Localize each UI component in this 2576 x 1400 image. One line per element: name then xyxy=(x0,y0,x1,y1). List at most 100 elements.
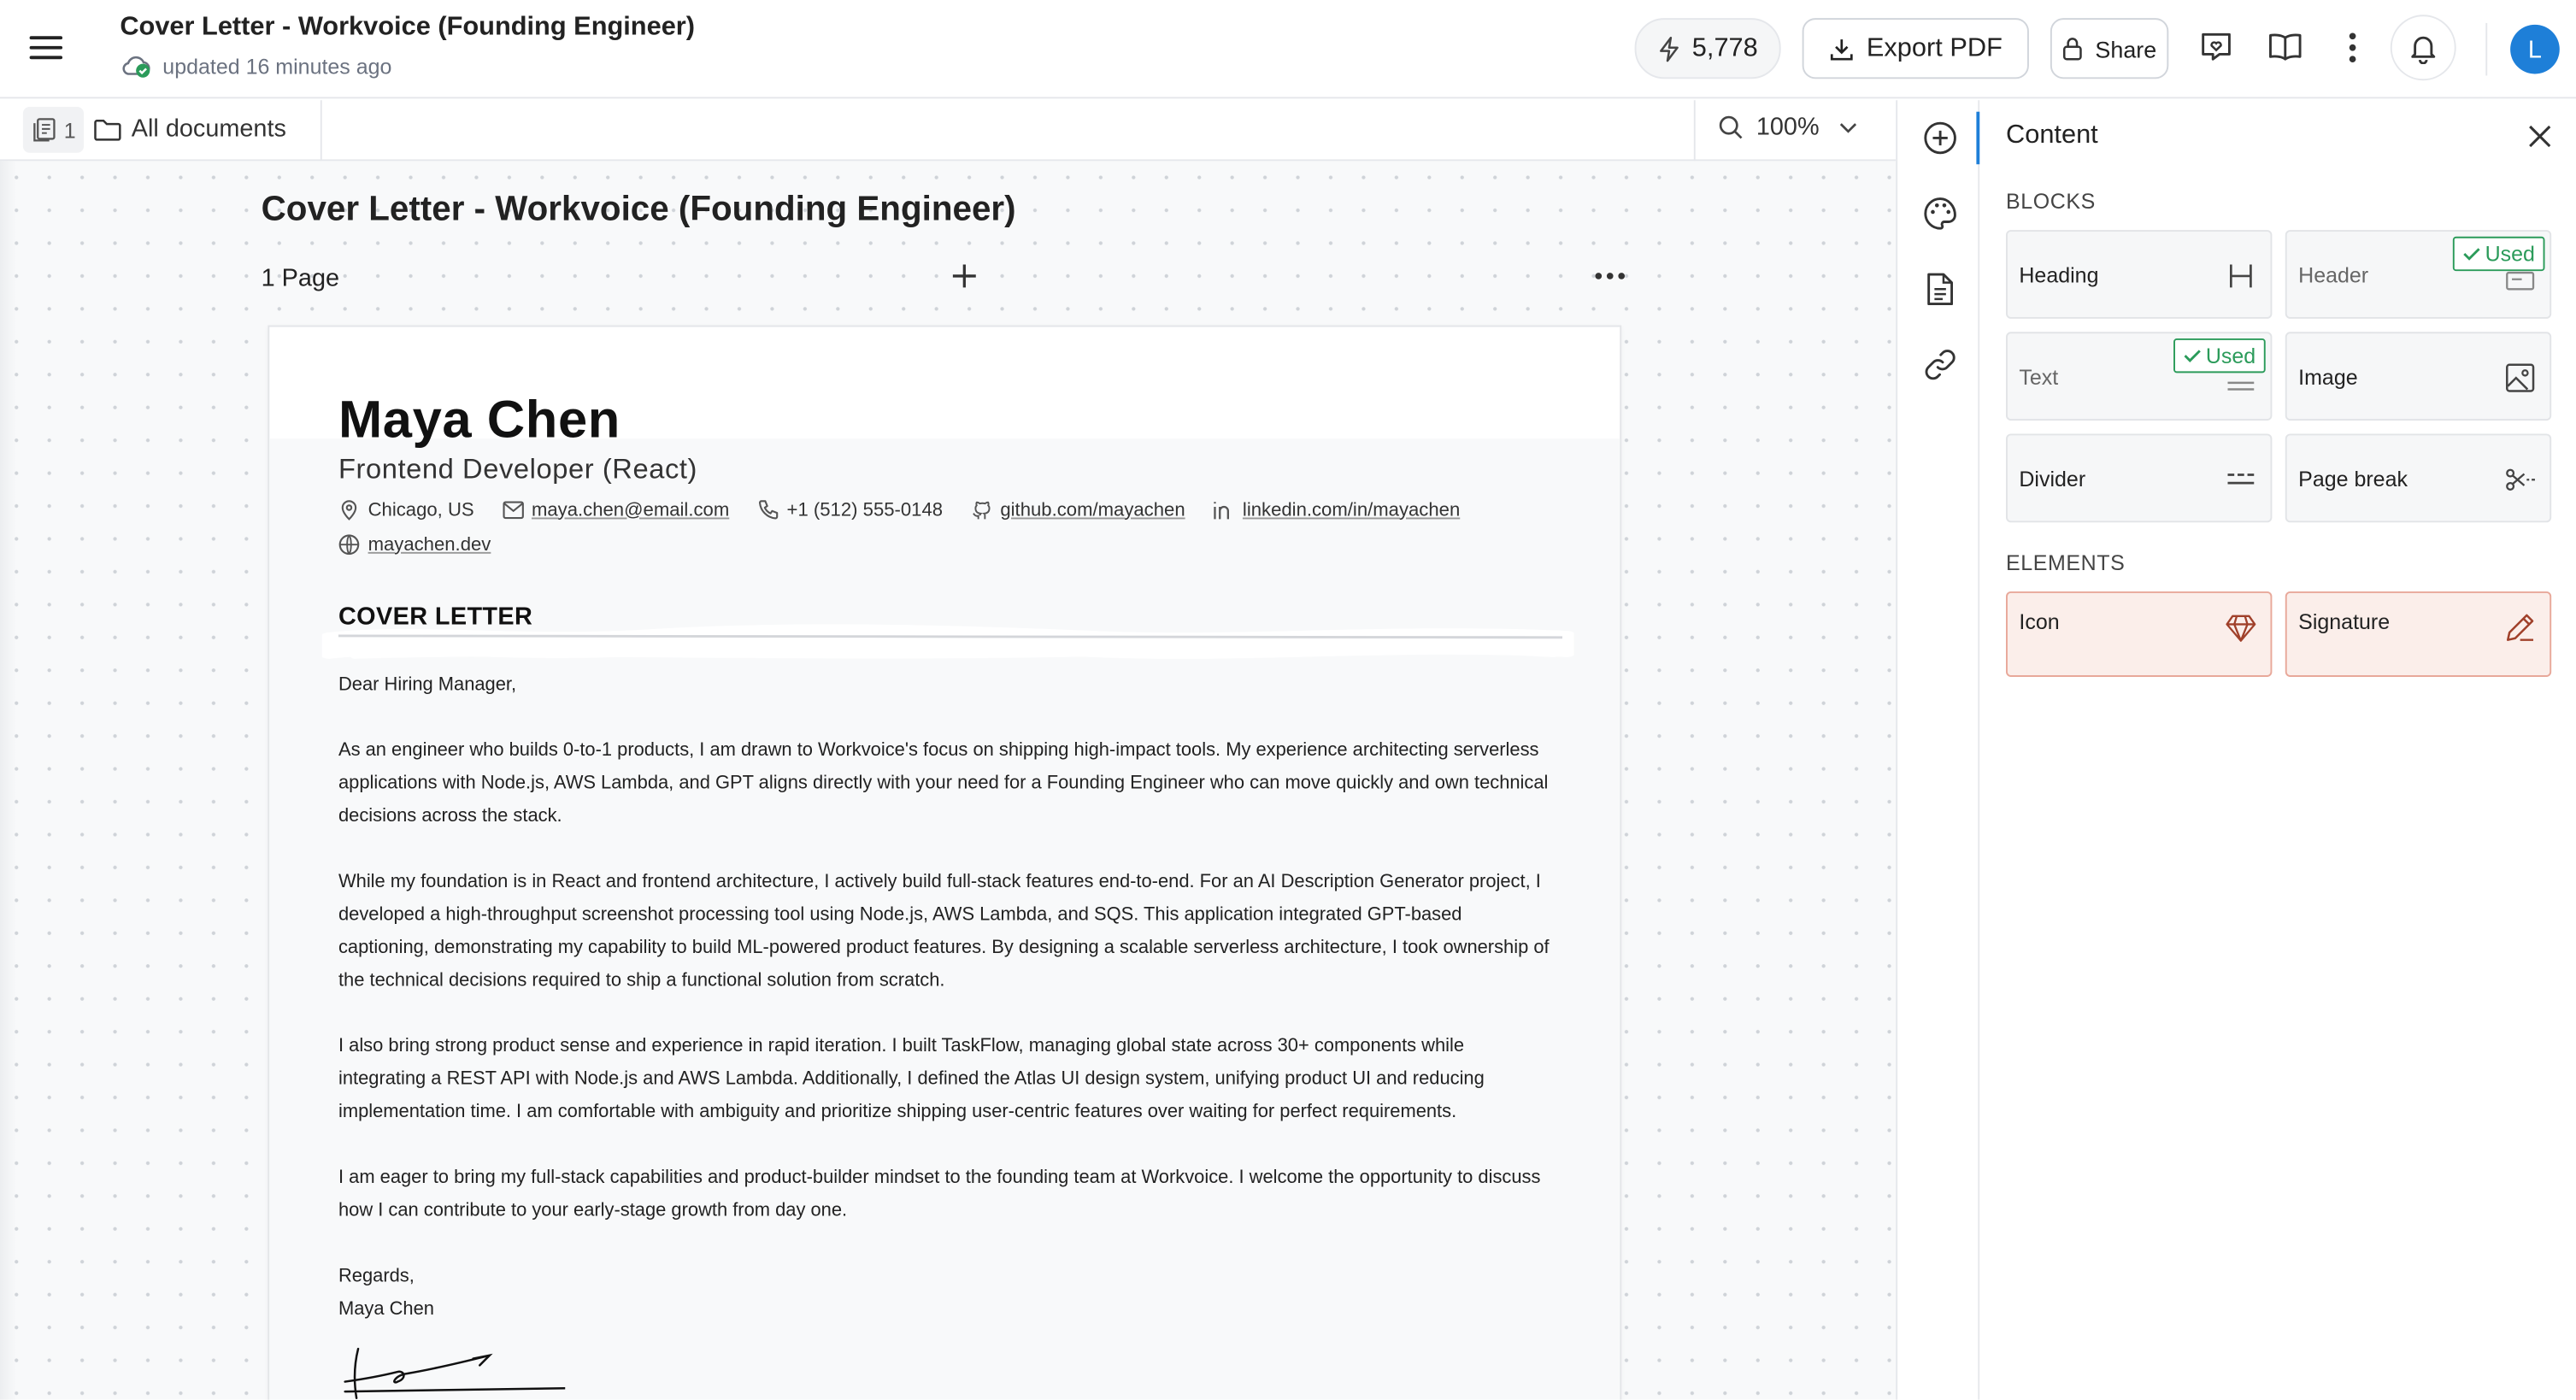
block-label: Divider xyxy=(2019,466,2086,491)
add-page-icon[interactable] xyxy=(948,260,980,292)
image-icon xyxy=(2506,363,2535,392)
feedback-icon[interactable] xyxy=(2197,28,2236,68)
document-title[interactable]: Cover Letter - Workvoice (Founding Engin… xyxy=(120,13,695,43)
resume-role[interactable]: Frontend Developer (React) xyxy=(338,454,697,486)
top-bar: Cover Letter - Workvoice (Founding Engin… xyxy=(0,0,2576,99)
contact-email[interactable]: maya.chen@email.com xyxy=(502,497,729,522)
element-label: Icon xyxy=(2019,609,2060,634)
pages-icon xyxy=(32,118,56,142)
zoom-level: 100% xyxy=(1756,113,1820,142)
all-documents-link[interactable]: All documents xyxy=(94,115,286,144)
github-icon xyxy=(972,501,991,520)
bell-icon xyxy=(2411,36,2436,64)
block-image[interactable]: Image xyxy=(2285,332,2552,421)
credits-count: 5,778 xyxy=(1691,33,1758,62)
linkedin-icon xyxy=(1214,502,1230,520)
contact-website-text: mayachen.dev xyxy=(368,534,491,555)
book-icon[interactable] xyxy=(2266,28,2305,68)
notifications-button[interactable] xyxy=(2390,15,2456,81)
all-documents-label: All documents xyxy=(131,115,286,144)
canvas-left-shadow xyxy=(0,161,17,1400)
toolbar-divider xyxy=(2485,22,2488,76)
used-badge: Used xyxy=(2173,338,2266,374)
search-icon xyxy=(1719,115,1743,139)
more-vertical-icon[interactable] xyxy=(2333,28,2373,68)
subbar-divider xyxy=(320,100,322,162)
diamond-icon xyxy=(2226,615,2256,642)
document-page[interactable]: Maya Chen Frontend Developer (React) Chi… xyxy=(268,325,1622,1400)
resume-name[interactable]: Maya Chen xyxy=(338,390,620,450)
page-count-label: 1 Page xyxy=(261,264,340,293)
check-icon xyxy=(2183,350,2201,362)
contact-phone: +1 (512) 555-0148 xyxy=(757,497,943,522)
export-pdf-button[interactable]: Export PDF xyxy=(1802,18,2029,79)
contact-list: Chicago, US maya.chen@email.com +1 (512)… xyxy=(338,497,1587,556)
letter-signoff-name: Maya Chen xyxy=(338,1299,434,1320)
add-content-icon[interactable] xyxy=(1920,118,1960,157)
letter-paragraph: I also bring strong product sense and ex… xyxy=(338,1036,1485,1122)
avatar[interactable]: L xyxy=(2510,24,2560,74)
block-heading[interactable]: Heading xyxy=(2006,230,2273,319)
block-label: Page break xyxy=(2298,466,2408,491)
block-divider[interactable]: Divider xyxy=(2006,433,2273,523)
contact-linkedin-text: linkedin.com/in/mayachen xyxy=(1242,500,1461,521)
lightning-icon xyxy=(1660,36,1679,62)
export-pdf-label: Export PDF xyxy=(1866,33,2003,62)
save-status-text: updated 16 minutes ago xyxy=(162,53,392,79)
contact-linkedin[interactable]: linkedin.com/in/mayachen xyxy=(1213,497,1460,522)
menu-icon[interactable] xyxy=(29,32,63,62)
share-label: Share xyxy=(2095,35,2157,62)
side-rail xyxy=(1896,100,1982,1400)
cloud-check-icon xyxy=(122,56,150,78)
share-button[interactable]: Share xyxy=(2050,18,2169,79)
document-icon[interactable] xyxy=(1920,269,1960,309)
contact-location-text: Chicago, US xyxy=(368,500,474,521)
section-underline-brush xyxy=(321,624,1574,659)
credits-button[interactable]: 5,778 xyxy=(1634,18,1781,79)
contact-website[interactable]: mayachen.dev xyxy=(338,532,491,557)
block-label: Text xyxy=(2019,364,2059,390)
letter-body[interactable]: Dear Hiring Manager, As an engineer who … xyxy=(338,668,1554,1326)
mail-icon xyxy=(502,501,524,520)
block-text[interactable]: Text Used xyxy=(2006,332,2273,421)
used-badge-label: Used xyxy=(2485,241,2535,267)
save-status: updated 16 minutes ago xyxy=(120,53,391,79)
pages-toggle[interactable]: 1 xyxy=(22,106,85,153)
link-icon[interactable] xyxy=(1920,345,1960,385)
palette-icon[interactable] xyxy=(1920,194,1960,233)
element-signature[interactable]: Signature xyxy=(2285,591,2552,677)
letter-paragraph: While my foundation is in React and fron… xyxy=(338,872,1550,991)
editor-canvas[interactable]: Cover Letter - Workvoice (Founding Engin… xyxy=(0,161,1897,1400)
signature-image[interactable] xyxy=(335,1339,566,1400)
phone-icon xyxy=(758,500,779,520)
globe-icon xyxy=(338,534,360,556)
contact-github[interactable]: github.com/mayachen xyxy=(971,497,1185,522)
canvas-document-title[interactable]: Cover Letter - Workvoice (Founding Engin… xyxy=(262,191,1016,230)
contact-phone-text: +1 (512) 555-0148 xyxy=(786,500,944,521)
block-page-break[interactable]: Page break xyxy=(2285,433,2552,523)
block-label: Heading xyxy=(2019,262,2099,288)
close-icon[interactable] xyxy=(2526,123,2553,150)
pen-icon xyxy=(2506,614,2534,641)
page-more-icon[interactable] xyxy=(1595,269,1627,282)
block-label: Header xyxy=(2298,262,2369,288)
element-icon[interactable]: Icon xyxy=(2006,591,2273,677)
letter-closing: Regards, xyxy=(338,1267,415,1287)
page-count: 1 xyxy=(63,117,76,143)
letter-paragraph: As an engineer who builds 0-to-1 product… xyxy=(338,740,1549,826)
download-icon xyxy=(1831,38,1853,60)
block-header[interactable]: Header Used xyxy=(2285,230,2552,319)
contact-location: Chicago, US xyxy=(338,497,474,522)
elements-label: ELEMENTS xyxy=(2006,550,2126,575)
check-icon xyxy=(2462,248,2479,261)
content-panel: Content BLOCKS Heading Header Used Text … xyxy=(1979,100,2576,1400)
page-break-icon xyxy=(2506,468,2535,491)
contact-email-text: maya.chen@email.com xyxy=(531,500,730,521)
location-pin-icon xyxy=(341,500,357,521)
zoom-control[interactable]: 100% xyxy=(1719,113,1859,142)
used-badge-label: Used xyxy=(2205,343,2256,368)
document-subbar: 1 All documents 100% xyxy=(0,100,1897,162)
panel-title: Content xyxy=(2006,121,2098,150)
used-badge: Used xyxy=(2452,236,2545,272)
app-window: Cover Letter - Workvoice (Founding Engin… xyxy=(0,0,2576,1400)
